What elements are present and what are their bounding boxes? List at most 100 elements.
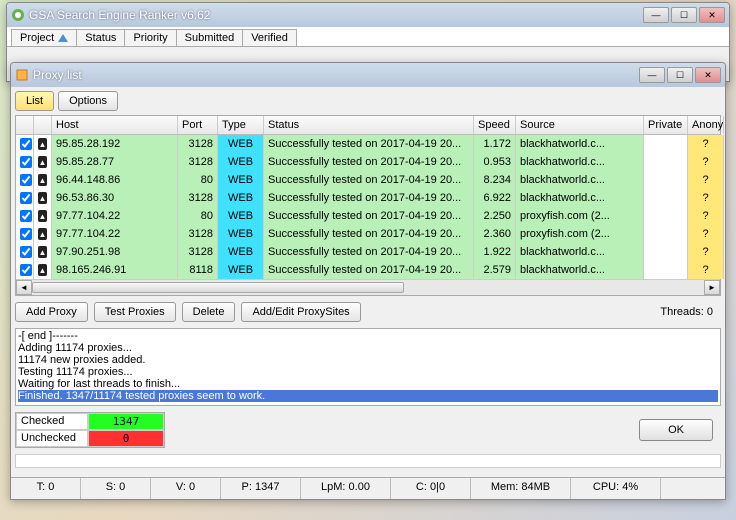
main-titlebar[interactable]: GSA Search Engine Ranker v6.62 — ☐ ✕	[7, 3, 729, 27]
log-line: Adding 11174 proxies...	[18, 342, 718, 354]
col-speed[interactable]: Speed	[474, 116, 516, 134]
row-check[interactable]	[16, 225, 34, 243]
main-min-button[interactable]: —	[643, 7, 669, 23]
table-row[interactable]: ▲97.77.104.223128WEBSuccessfully tested …	[16, 225, 720, 243]
cell-anon: ?	[688, 135, 724, 153]
cell-host: 95.85.28.77	[52, 153, 178, 171]
proxy-titlebar[interactable]: Proxy list — ☐ ✕	[11, 63, 725, 87]
delete-button[interactable]: Delete	[182, 302, 236, 322]
cell-speed: 2.360	[474, 225, 516, 243]
cell-host: 98.165.246.91	[52, 261, 178, 279]
unchecked-label: Unchecked	[16, 430, 88, 447]
row-check[interactable]	[16, 171, 34, 189]
add-proxy-button[interactable]: Add Proxy	[15, 302, 88, 322]
options-button[interactable]: Options	[58, 91, 118, 111]
main-close-button[interactable]: ✕	[699, 7, 725, 23]
row-check[interactable]	[16, 261, 34, 279]
cell-host: 96.44.148.86	[52, 171, 178, 189]
cell-type: WEB	[218, 243, 264, 261]
cell-anon: ?	[688, 153, 724, 171]
table-row[interactable]: ▲97.90.251.983128WEBSuccessfully tested …	[16, 243, 720, 261]
col-check[interactable]	[16, 116, 34, 134]
cell-status: Successfully tested on 2017-04-19 20...	[264, 135, 474, 153]
row-check[interactable]	[16, 153, 34, 171]
up-arrow-icon: ▲	[34, 261, 52, 279]
cell-status: Successfully tested on 2017-04-19 20...	[264, 189, 474, 207]
col-host[interactable]: Host	[52, 116, 178, 134]
row-check[interactable]	[16, 243, 34, 261]
cell-status: Successfully tested on 2017-04-19 20...	[264, 171, 474, 189]
cell-type: WEB	[218, 207, 264, 225]
row-check[interactable]	[16, 207, 34, 225]
proxy-close-button[interactable]: ✕	[695, 67, 721, 83]
table-row[interactable]: ▲96.53.86.303128WEBSuccessfully tested o…	[16, 189, 720, 207]
scroll-left-icon[interactable]: ◄	[16, 280, 32, 295]
proxy-min-button[interactable]: —	[639, 67, 665, 83]
cell-source: proxyfish.com (2...	[516, 207, 644, 225]
tab-verified[interactable]: Verified	[242, 29, 297, 46]
status-c: C: 0|0	[391, 478, 471, 499]
log-line: -[ end ]-------	[18, 330, 718, 342]
log-line: Waiting for last threads to finish...	[18, 378, 718, 390]
cell-private	[644, 171, 688, 189]
log-line: Finished. 1347/11174 tested proxies seem…	[18, 390, 718, 402]
main-tabs: Project Status Priority Submitted Verifi…	[7, 27, 729, 47]
ok-button[interactable]: OK	[639, 419, 713, 441]
cell-host: 95.85.28.192	[52, 135, 178, 153]
cell-type: WEB	[218, 261, 264, 279]
table-row[interactable]: ▲95.85.28.773128WEBSuccessfully tested o…	[16, 153, 720, 171]
tab-project[interactable]: Project	[11, 29, 77, 46]
add-edit-proxysites-button[interactable]: Add/Edit ProxySites	[241, 302, 360, 322]
main-max-button[interactable]: ☐	[671, 7, 697, 23]
cell-status: Successfully tested on 2017-04-19 20...	[264, 243, 474, 261]
cell-private	[644, 189, 688, 207]
col-private[interactable]: Private	[644, 116, 688, 134]
row-check[interactable]	[16, 189, 34, 207]
status-v: V: 0	[151, 478, 221, 499]
table-row[interactable]: ▲95.85.28.1923128WEBSuccessfully tested …	[16, 135, 720, 153]
cell-anon: ?	[688, 261, 724, 279]
test-proxies-button[interactable]: Test Proxies	[94, 302, 176, 322]
cell-type: WEB	[218, 189, 264, 207]
horizontal-scrollbar[interactable]: ◄ ►	[16, 279, 720, 295]
cell-anon: ?	[688, 171, 724, 189]
proxy-title: Proxy list	[33, 68, 639, 82]
tab-submitted[interactable]: Submitted	[176, 29, 244, 46]
cell-source: blackhatworld.c...	[516, 189, 644, 207]
table-row[interactable]: ▲97.77.104.2280WEBSuccessfully tested on…	[16, 207, 720, 225]
proxy-window: Proxy list — ☐ ✕ List Options Host Port …	[10, 62, 726, 500]
log-line: 11174 new proxies added.	[18, 354, 718, 366]
status-lpm: LpM: 0.00	[301, 478, 391, 499]
cell-port: 3128	[178, 153, 218, 171]
up-arrow-icon: ▲	[34, 171, 52, 189]
tab-status[interactable]: Status	[76, 29, 125, 46]
cell-anon: ?	[688, 243, 724, 261]
status-mem: Mem: 84MB	[471, 478, 571, 499]
col-source[interactable]: Source	[516, 116, 644, 134]
proxy-max-button[interactable]: ☐	[667, 67, 693, 83]
cell-status: Successfully tested on 2017-04-19 20...	[264, 153, 474, 171]
col-arrow[interactable]	[34, 116, 52, 134]
log-output[interactable]: -[ end ]-------Adding 11174 proxies...11…	[15, 328, 721, 406]
tab-priority[interactable]: Priority	[124, 29, 176, 46]
table-row[interactable]: ▲96.44.148.8680WEBSuccessfully tested on…	[16, 171, 720, 189]
list-button[interactable]: List	[15, 91, 54, 111]
cell-private	[644, 225, 688, 243]
statusbar: T: 0 S: 0 V: 0 P: 1347 LpM: 0.00 C: 0|0 …	[11, 477, 725, 499]
col-status[interactable]: Status	[264, 116, 474, 134]
status-t: T: 0	[11, 478, 81, 499]
col-port[interactable]: Port	[178, 116, 218, 134]
sort-icon	[58, 34, 68, 42]
row-check[interactable]	[16, 135, 34, 153]
count-row: Checked 1347 Unchecked 0 OK	[15, 412, 721, 448]
status-p: P: 1347	[221, 478, 301, 499]
proxy-icon	[15, 68, 29, 82]
col-anony[interactable]: Anony...	[688, 116, 724, 134]
cell-port: 3128	[178, 243, 218, 261]
scroll-right-icon[interactable]: ►	[704, 280, 720, 295]
cell-host: 97.90.251.98	[52, 243, 178, 261]
unchecked-value: 0	[88, 430, 164, 447]
table-row[interactable]: ▲98.165.246.918118WEBSuccessfully tested…	[16, 261, 720, 279]
cell-source: proxyfish.com (2...	[516, 225, 644, 243]
col-type[interactable]: Type	[218, 116, 264, 134]
